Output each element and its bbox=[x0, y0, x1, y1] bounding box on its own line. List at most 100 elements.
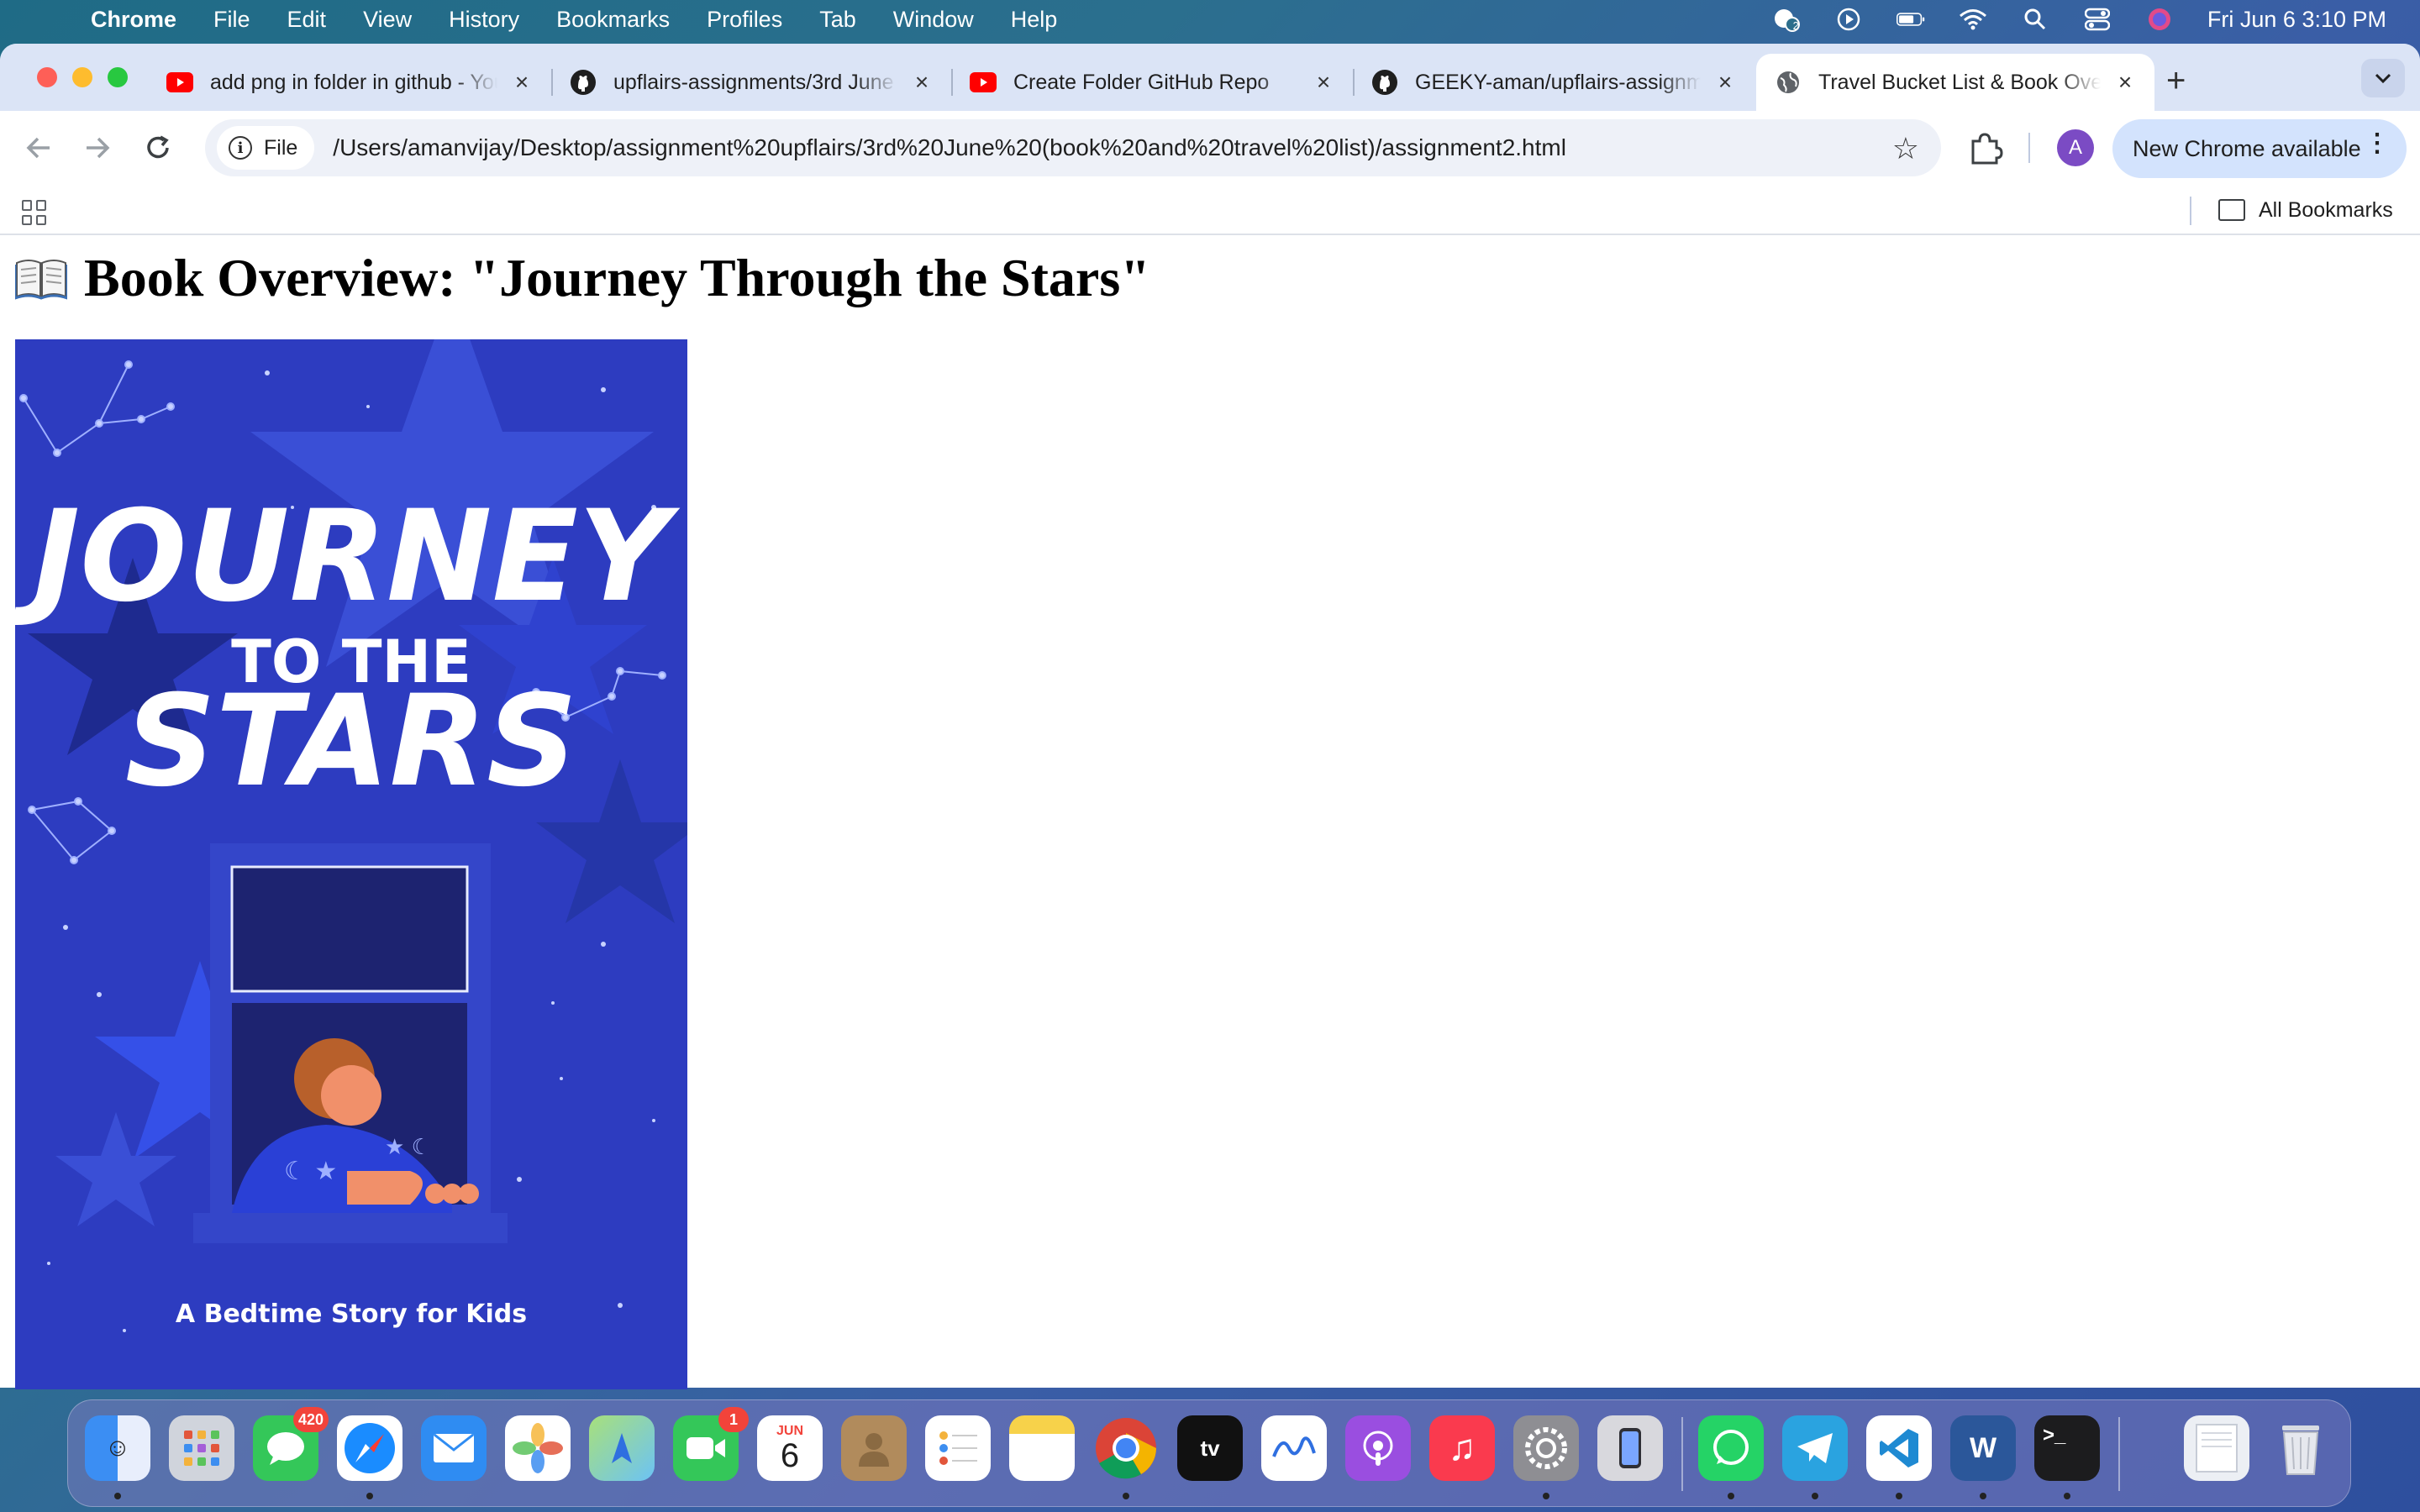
safari-icon[interactable] bbox=[337, 1415, 402, 1481]
bookmarks-bar: All Bookmarks bbox=[0, 185, 2420, 235]
calendar-day: 6 bbox=[780, 1437, 800, 1474]
apple-tv-icon[interactable]: tv bbox=[1177, 1415, 1243, 1481]
tab-github-geeky-aman[interactable]: GEEKY-aman/upflairs-assignments × bbox=[1353, 54, 1754, 111]
messages-icon[interactable]: 420 bbox=[253, 1407, 329, 1481]
reload-icon bbox=[147, 135, 169, 159]
battery-icon[interactable] bbox=[1896, 7, 1925, 32]
menu-help[interactable]: Help bbox=[1011, 7, 1058, 33]
menu-edit[interactable]: Edit bbox=[287, 7, 327, 33]
close-tab-icon[interactable]: × bbox=[1712, 69, 1738, 96]
close-tab-icon[interactable]: × bbox=[2112, 69, 2138, 96]
all-bookmarks-label: All Bookmarks bbox=[2259, 197, 2393, 222]
running-indicator bbox=[2064, 1493, 2070, 1499]
dock-divider bbox=[2118, 1417, 2120, 1491]
wifi-icon[interactable] bbox=[1959, 7, 1987, 32]
notification-count: 2 bbox=[1792, 19, 1799, 32]
terminal-icon[interactable]: >_ bbox=[2034, 1415, 2100, 1481]
menu-bookmarks[interactable]: Bookmarks bbox=[556, 7, 670, 33]
running-indicator bbox=[1896, 1493, 1902, 1499]
toolbar-divider bbox=[2028, 133, 2030, 163]
whatsapp-icon[interactable] bbox=[1698, 1415, 1764, 1481]
telegram-icon[interactable] bbox=[1782, 1415, 1848, 1481]
podcasts-icon[interactable] bbox=[1345, 1415, 1411, 1481]
new-chrome-available-button[interactable]: New Chrome available ⋮ bbox=[2112, 119, 2407, 178]
minimize-window-button[interactable] bbox=[72, 67, 92, 87]
site-info-chip[interactable]: i File bbox=[217, 126, 315, 170]
extensions-puzzle-icon[interactable] bbox=[1966, 129, 2005, 168]
menu-app-name[interactable]: Chrome bbox=[91, 7, 176, 33]
calendar-icon[interactable]: JUN 6 bbox=[757, 1415, 823, 1481]
tab-youtube-github-png[interactable]: add png in folder in github - YouTube × bbox=[148, 54, 551, 111]
profile-avatar[interactable]: A bbox=[2057, 129, 2094, 166]
github-icon bbox=[1371, 69, 1398, 96]
notes-icon[interactable] bbox=[1009, 1415, 1075, 1481]
github-icon bbox=[570, 69, 597, 96]
system-settings-icon[interactable] bbox=[1513, 1415, 1579, 1481]
menu-window[interactable]: Window bbox=[893, 7, 974, 33]
more-menu-icon[interactable]: ⋮ bbox=[2365, 131, 2390, 156]
menu-tab[interactable]: Tab bbox=[819, 7, 856, 33]
close-window-button[interactable] bbox=[37, 67, 57, 87]
menu-file[interactable]: File bbox=[213, 7, 250, 33]
running-indicator bbox=[1123, 1493, 1129, 1499]
chevron-down-icon bbox=[2375, 73, 2391, 84]
running-indicator bbox=[1728, 1493, 1734, 1499]
contacts-icon[interactable] bbox=[841, 1415, 907, 1481]
tab-youtube-create-folder[interactable]: Create Folder GitHub Repo × bbox=[951, 54, 1353, 111]
youtube-icon bbox=[970, 69, 997, 96]
photos-icon[interactable] bbox=[505, 1415, 571, 1481]
new-tab-button[interactable]: + bbox=[2166, 62, 2186, 100]
close-tab-icon[interactable]: × bbox=[909, 69, 934, 96]
maps-icon[interactable] bbox=[589, 1415, 655, 1481]
trash-icon[interactable] bbox=[2268, 1415, 2333, 1481]
running-indicator bbox=[1812, 1493, 1818, 1499]
menu-clock[interactable]: Fri Jun 6 3:10 PM bbox=[2207, 7, 2386, 33]
menu-history[interactable]: History bbox=[449, 7, 519, 33]
back-button[interactable] bbox=[18, 128, 59, 168]
folder-icon bbox=[2218, 199, 2245, 221]
menu-view[interactable]: View bbox=[363, 7, 412, 33]
reload-button[interactable] bbox=[138, 128, 178, 168]
book-cover-image: JOURNEY TO THE STARS ☾ ★ ★ ☾ A Bedtime S… bbox=[15, 339, 687, 1389]
spotlight-search-icon[interactable] bbox=[2021, 7, 2049, 32]
tab-title: upflairs-assignments/3rd June bbox=[613, 70, 894, 94]
arrow-left-icon bbox=[26, 137, 50, 159]
running-indicator bbox=[1543, 1493, 1549, 1499]
vscode-icon[interactable] bbox=[1866, 1415, 1932, 1481]
play-icon[interactable] bbox=[1834, 7, 1863, 32]
url-text[interactable]: /Users/amanvijay/Desktop/assignment%20up… bbox=[333, 134, 1566, 161]
downloads-stack-icon[interactable] bbox=[2184, 1415, 2249, 1481]
iphone-mirroring-icon[interactable] bbox=[1597, 1415, 1663, 1481]
tab-travel-bucket-list[interactable]: Travel Bucket List & Book Overview × bbox=[1756, 54, 2154, 111]
facetime-icon[interactable]: 1 bbox=[673, 1407, 749, 1481]
dock: ☺ 420 1 JUN 6 tv ♫ W >_ bbox=[67, 1399, 2351, 1507]
reminders-icon[interactable] bbox=[925, 1415, 991, 1481]
zoom-window-button[interactable] bbox=[108, 67, 128, 87]
tab-title: GEEKY-aman/upflairs-assignments bbox=[1415, 70, 1701, 94]
freeform-icon[interactable] bbox=[1261, 1415, 1327, 1481]
apps-grid-icon[interactable] bbox=[22, 200, 47, 225]
chrome-icon[interactable] bbox=[1093, 1415, 1159, 1481]
running-indicator bbox=[366, 1493, 373, 1499]
music-icon[interactable]: ♫ bbox=[1429, 1415, 1495, 1481]
window-controls bbox=[37, 67, 128, 87]
cover-title-stars: STARS bbox=[125, 669, 577, 815]
book-cover-illustration: JOURNEY TO THE STARS ☾ ★ ★ ☾ A Bedtime S… bbox=[15, 339, 687, 1389]
mail-icon[interactable] bbox=[421, 1415, 487, 1481]
launchpad-icon[interactable] bbox=[169, 1415, 234, 1481]
bookmark-star-icon[interactable]: ☆ bbox=[1892, 131, 1919, 166]
control-center-icon[interactable] bbox=[2083, 7, 2112, 32]
siri-icon[interactable] bbox=[2145, 7, 2174, 32]
forward-button[interactable] bbox=[77, 128, 118, 168]
all-bookmarks-button[interactable]: All Bookmarks bbox=[2218, 193, 2393, 227]
arrow-right-icon bbox=[87, 137, 110, 159]
tab-github-upflairs[interactable]: upflairs-assignments/3rd June × bbox=[551, 54, 951, 111]
close-tab-icon[interactable]: × bbox=[1311, 69, 1336, 96]
notification-center-icon[interactable]: 2 bbox=[1772, 7, 1801, 32]
word-icon[interactable]: W bbox=[1950, 1415, 2016, 1481]
finder-icon[interactable]: ☺ bbox=[85, 1415, 150, 1481]
address-bar[interactable]: i File /Users/amanvijay/Desktop/assignme… bbox=[205, 119, 1941, 176]
menu-profiles[interactable]: Profiles bbox=[707, 7, 782, 33]
tab-search-button[interactable] bbox=[2361, 59, 2405, 97]
close-tab-icon[interactable]: × bbox=[509, 69, 534, 96]
